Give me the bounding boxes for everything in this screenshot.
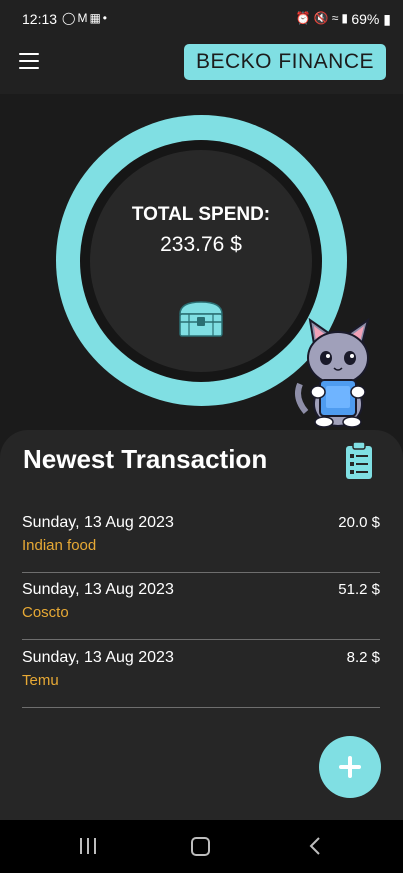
- transaction-row[interactable]: Sunday, 13 Aug 2023 Temu 8.2 $: [22, 641, 380, 708]
- mute-icon: 🔇: [313, 11, 332, 25]
- total-spend-value: 233.76 $: [160, 233, 242, 256]
- transaction-amount: 51.2 $: [338, 581, 380, 598]
- recents-icon[interactable]: [78, 838, 98, 854]
- hamburger-menu-icon[interactable]: [19, 53, 39, 69]
- transaction-name: Coscto: [22, 604, 69, 621]
- wifi-icon: ≈: [331, 11, 342, 25]
- back-icon[interactable]: [306, 836, 324, 856]
- alarm-icon: ⏰: [295, 11, 314, 25]
- transaction-date: Sunday, 13 Aug 2023: [22, 649, 174, 666]
- system-icons: ⏰🔇≈▮: [296, 11, 351, 25]
- gmail-icon: M: [77, 11, 90, 25]
- transaction-amount: 8.2 $: [346, 649, 380, 666]
- transactions-title: Newest Transaction: [23, 444, 268, 474]
- battery-indicator: 69% ▮: [351, 11, 391, 28]
- transaction-amount: 20.0 $: [338, 514, 380, 531]
- transaction-date: Sunday, 13 Aug 2023: [22, 514, 174, 531]
- dot-icon: •: [102, 11, 109, 25]
- transaction-row[interactable]: Sunday, 13 Aug 2023 Indian food 20.0 $: [22, 506, 380, 573]
- home-icon[interactable]: [191, 837, 210, 856]
- signal-icon: ▮: [341, 11, 351, 25]
- total-spend-label: TOTAL SPEND:: [131, 204, 271, 225]
- brand-button[interactable]: BECKO FINANCE: [184, 44, 386, 80]
- clipboard-list-icon[interactable]: [344, 441, 374, 481]
- treasure-chest-icon: [179, 301, 223, 337]
- cat-mascot-illustration: [295, 318, 370, 428]
- photo-icon: ▦: [89, 11, 103, 25]
- battery-icon: ▮: [383, 11, 391, 27]
- whatsapp-icon: ◯: [62, 11, 78, 25]
- notification-icons: ◯M▦•: [62, 11, 109, 25]
- transaction-name: Temu: [22, 672, 59, 689]
- status-time: 12:13: [22, 11, 58, 27]
- battery-percent: 69%: [351, 11, 380, 27]
- transaction-date: Sunday, 13 Aug 2023: [22, 581, 174, 598]
- transaction-row[interactable]: Sunday, 13 Aug 2023 Coscto 51.2 $: [22, 573, 380, 640]
- transaction-name: Indian food: [22, 537, 97, 554]
- add-transaction-button[interactable]: [319, 736, 381, 798]
- spend-core: [90, 150, 312, 372]
